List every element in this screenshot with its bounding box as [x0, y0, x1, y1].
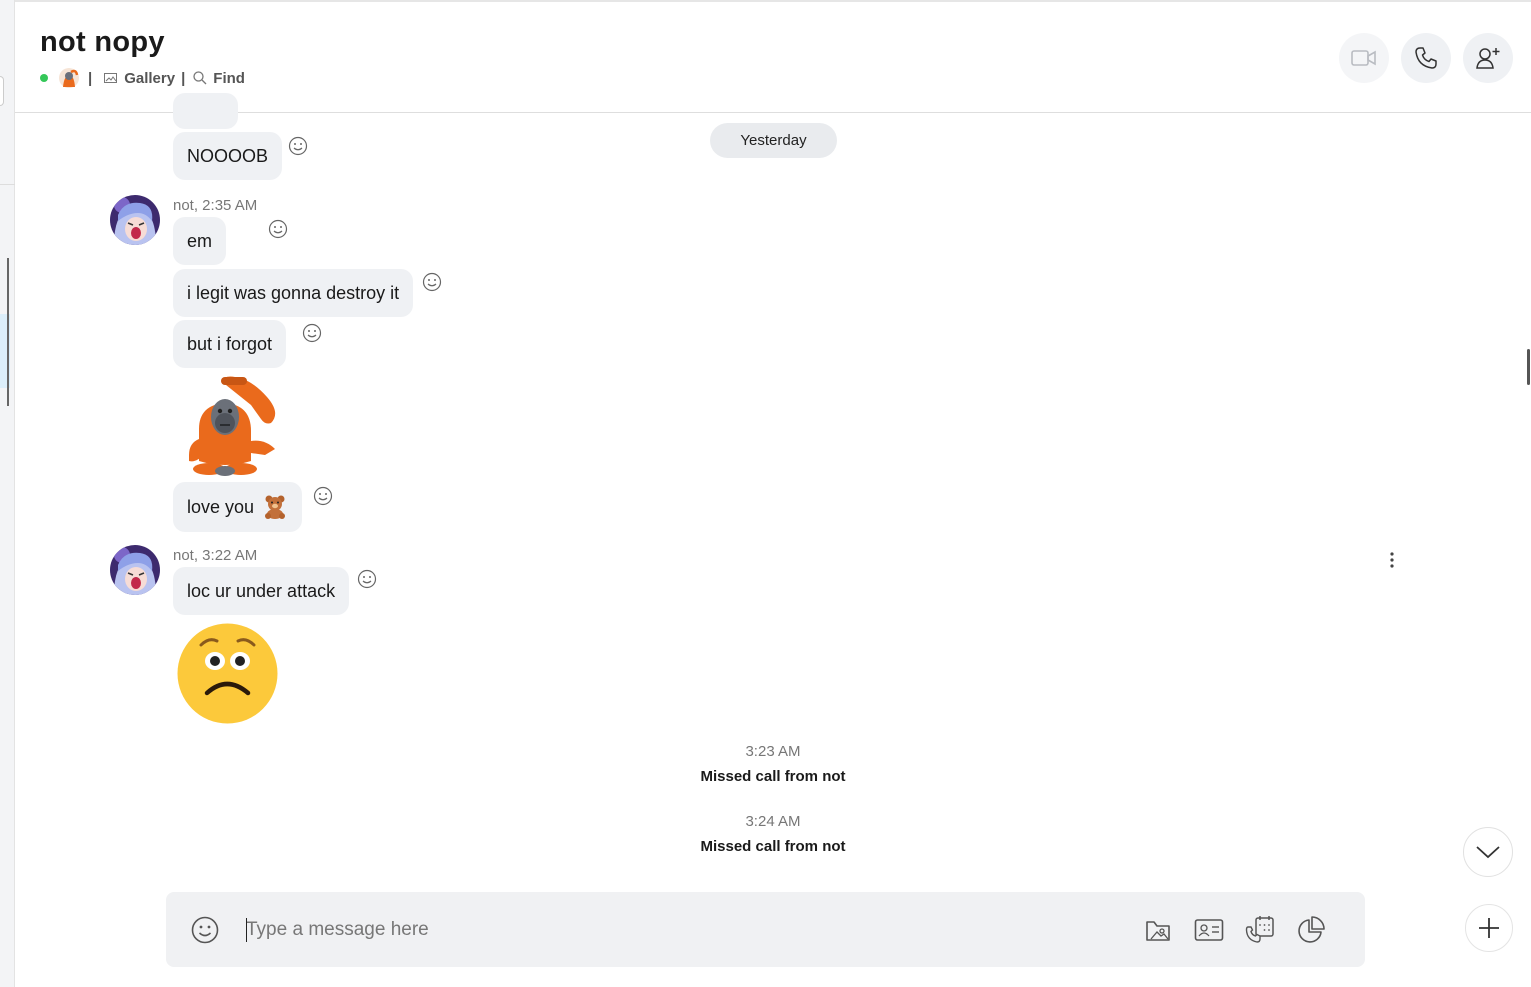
message-bubble-partial[interactable] — [173, 93, 238, 129]
add-people-button[interactable] — [1463, 33, 1513, 83]
anime-avatar-image — [110, 545, 160, 595]
add-reaction-icon[interactable] — [422, 272, 442, 292]
message-bubble[interactable]: but i forgot — [173, 320, 287, 368]
message-list[interactable]: Yesterday NOOOOB not, 2:35 AM em i legit… — [15, 93, 1531, 987]
more-actions-button[interactable] — [1465, 904, 1513, 952]
plus-icon — [1479, 918, 1499, 938]
contact-card-icon — [1194, 919, 1224, 941]
date-divider: Yesterday — [710, 123, 837, 158]
find-link[interactable]: Find — [193, 70, 245, 87]
online-status-dot — [40, 74, 48, 82]
sidebar-scrollbar[interactable] — [7, 258, 9, 406]
add-reaction-icon[interactable] — [288, 136, 308, 156]
gallery-icon — [104, 73, 118, 83]
text-cursor — [246, 918, 247, 942]
message-bubble[interactable]: loc ur under attack — [173, 567, 350, 615]
find-label: Find — [213, 69, 245, 87]
poll-icon — [1298, 916, 1325, 943]
message-input[interactable] — [246, 914, 1106, 946]
message-list-scrollbar[interactable] — [1527, 349, 1530, 385]
sidebar-divider — [0, 184, 15, 185]
conversation-subheader: | Gallery | Find — [40, 66, 245, 90]
message-meta: not, 2:35 AM — [173, 197, 258, 214]
worried-face-emoji[interactable] — [177, 623, 278, 724]
message-bubble[interactable]: i legit was gonna destroy it — [173, 269, 414, 317]
message-meta: not, 3:22 AM — [173, 547, 258, 564]
subheader-separator: | — [88, 69, 93, 87]
add-people-icon — [1476, 48, 1500, 69]
system-timestamp: 3:24 AM — [745, 813, 801, 830]
media-gallery-button[interactable] — [1142, 914, 1174, 946]
add-reaction-icon[interactable] — [302, 323, 322, 343]
add-reaction-icon[interactable] — [357, 569, 377, 589]
emoji-icon[interactable] — [191, 916, 219, 944]
message-bubble[interactable]: em — [173, 217, 227, 265]
message-bubble[interactable]: love you — [173, 482, 302, 532]
sidebar-edge — [0, 0, 15, 987]
poll-button[interactable] — [1295, 914, 1327, 946]
search-icon — [193, 71, 207, 85]
gallery-label: Gallery — [124, 69, 176, 87]
avatar[interactable] — [110, 195, 160, 245]
missed-call-notice[interactable]: Missed call from not — [15, 768, 1531, 785]
teddy-bear-emoji — [265, 495, 286, 519]
orangutan-sticker[interactable] — [185, 375, 280, 477]
message-text: love you — [187, 496, 255, 517]
missed-call-notice[interactable]: Missed call from not — [15, 838, 1531, 855]
avatar[interactable] — [110, 545, 160, 595]
scroll-to-bottom-button[interactable] — [1463, 827, 1513, 877]
more-options-icon[interactable] — [1387, 550, 1397, 570]
system-timestamp: 3:23 AM — [745, 743, 801, 760]
message-composer — [166, 892, 1365, 967]
conversation-title[interactable]: not nopy — [40, 26, 165, 59]
video-call-icon — [1351, 50, 1376, 66]
conversation-header: not nopy | Gallery | Find — [15, 2, 1531, 113]
gallery-link[interactable]: Gallery — [104, 70, 175, 87]
video-call-button[interactable] — [1339, 33, 1389, 83]
chevron-down-icon — [1476, 846, 1500, 859]
media-gallery-icon — [1146, 921, 1170, 941]
message-bubble[interactable]: NOOOOB — [173, 132, 283, 180]
anime-avatar-image — [110, 195, 160, 245]
audio-call-button[interactable] — [1401, 33, 1451, 83]
audio-call-icon — [1415, 47, 1437, 69]
schedule-call-button[interactable] — [1244, 914, 1276, 946]
participant-avatar[interactable] — [58, 67, 80, 89]
sidebar-collapse-handle[interactable] — [0, 76, 4, 106]
chat-window: not nopy | Gallery | Find Yesterday NOOO… — [0, 0, 1531, 987]
schedule-call-icon — [1245, 916, 1274, 943]
subheader-separator-2: | — [181, 69, 186, 87]
contact-card-button[interactable] — [1193, 914, 1225, 946]
add-reaction-icon[interactable] — [313, 486, 333, 506]
add-reaction-icon[interactable] — [268, 219, 288, 239]
